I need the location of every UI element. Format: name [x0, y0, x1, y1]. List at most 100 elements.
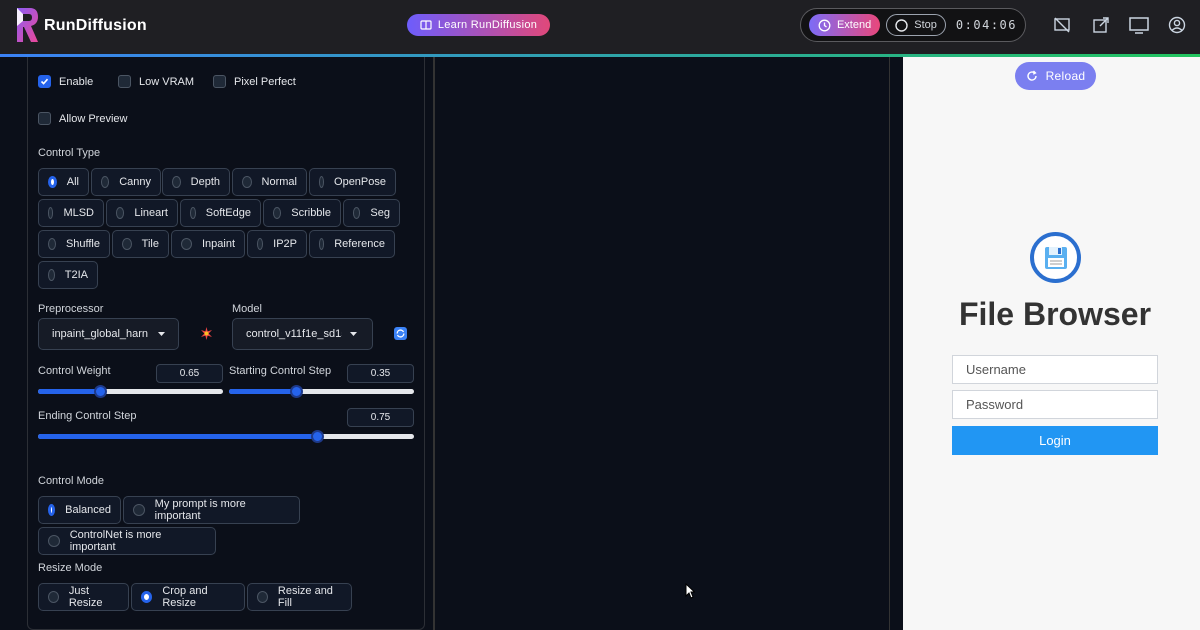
enable-checkbox[interactable]: Enable	[38, 75, 93, 88]
starting-step-slider[interactable]	[229, 385, 414, 398]
control-type-mlsd[interactable]: MLSD	[38, 199, 104, 227]
pixel-perfect-checkbox[interactable]: Pixel Perfect	[213, 75, 296, 88]
radio-label: My prompt is more important	[154, 498, 246, 522]
model-select[interactable]: control_v11f1e_sd15	[232, 318, 373, 350]
radio-icon	[190, 207, 196, 219]
chevron-down-icon	[350, 332, 357, 336]
reload-icon	[1026, 70, 1037, 81]
control-weight-input[interactable]: 0.65	[156, 364, 223, 383]
starting-step-label: Starting Control Step	[229, 365, 332, 377]
run-preprocessor-icon[interactable]	[200, 327, 213, 340]
radio-icon	[319, 238, 325, 250]
learn-rundiffusion-button[interactable]: Learn RunDiffusion	[407, 14, 550, 36]
extend-label: Extend	[836, 19, 872, 31]
control-mode-label: Control Mode	[38, 475, 105, 487]
control-mode-balanced[interactable]: Balanced	[38, 496, 121, 524]
radio-label: Normal	[261, 176, 297, 188]
control-mode-controlnet[interactable]: ControlNet is more important	[38, 527, 216, 555]
control-type-canny[interactable]: Canny	[91, 168, 161, 196]
starting-step-input[interactable]: 0.35	[347, 364, 414, 383]
radio-icon	[122, 238, 132, 250]
radio-label: Crop and Resize	[162, 585, 208, 609]
enable-label: Enable	[59, 75, 94, 88]
radio-label: OpenPose	[334, 176, 386, 188]
ending-step-slider[interactable]	[38, 430, 414, 443]
low-vram-label: Low VRAM	[139, 75, 195, 88]
password-field[interactable]: Password	[952, 390, 1158, 419]
login-button[interactable]: Login	[952, 426, 1158, 455]
ending-step-input[interactable]: 0.75	[347, 408, 414, 427]
stop-circle-icon	[895, 18, 908, 32]
brand-logo[interactable]: RunDiffusion	[14, 6, 147, 46]
divider	[889, 57, 890, 630]
radio-label: SoftEdge	[205, 207, 251, 219]
radio-selected-icon	[141, 591, 153, 603]
radio-icon	[353, 207, 361, 219]
resize-mode-crop-and-resize[interactable]: Crop and Resize	[131, 583, 245, 611]
control-weight-label: Control Weight	[38, 365, 111, 377]
checkbox-checked-icon	[38, 75, 51, 88]
control-type-softedge[interactable]: SoftEdge	[180, 199, 261, 227]
control-type-ip2p[interactable]: IP2P	[247, 230, 307, 258]
control-weight-slider[interactable]	[38, 385, 223, 398]
slider-thumb[interactable]	[290, 385, 303, 398]
radio-label: Reference	[334, 238, 385, 250]
radio-selected-icon	[48, 176, 57, 188]
mouse-cursor-icon	[685, 583, 695, 599]
chevron-down-icon	[158, 332, 165, 336]
checkbox-icon	[118, 75, 131, 88]
user-account-icon[interactable]	[1168, 16, 1186, 34]
clock-icon	[818, 19, 831, 31]
control-type-all[interactable]: All	[38, 168, 89, 196]
file-browser-pane	[903, 57, 1200, 630]
allow-preview-label: Allow Preview	[59, 112, 128, 125]
radio-label: Inpaint	[201, 238, 235, 250]
stop-button[interactable]: Stop	[886, 14, 946, 36]
control-type-inpaint[interactable]: Inpaint	[171, 230, 245, 258]
extend-button[interactable]: Extend	[809, 14, 881, 36]
allow-preview-checkbox[interactable]: Allow Preview	[38, 112, 127, 125]
radio-label: MLSD	[63, 207, 94, 219]
radio-icon	[101, 176, 110, 188]
external-link-icon[interactable]	[1092, 16, 1110, 34]
pixel-perfect-label: Pixel Perfect	[234, 75, 296, 88]
control-type-lineart[interactable]: Lineart	[106, 199, 178, 227]
control-type-reference[interactable]: Reference	[309, 230, 395, 258]
username-field[interactable]: Username	[952, 355, 1158, 384]
screen-off-icon[interactable]	[1053, 16, 1071, 34]
control-type-shuffle[interactable]: Shuffle	[38, 230, 110, 258]
slider-thumb[interactable]	[94, 385, 107, 398]
control-type-normal[interactable]: Normal	[232, 168, 307, 196]
radio-icon	[48, 535, 60, 547]
radio-icon	[172, 176, 181, 188]
refresh-models-icon[interactable]	[394, 327, 407, 340]
session-controls: Extend Stop 0:04:06	[800, 8, 1026, 42]
radio-label: Scribble	[291, 207, 331, 219]
resize-mode-resize-and-fill[interactable]: Resize and Fill	[247, 583, 352, 611]
preprocessor-select[interactable]: inpaint_global_harn	[38, 318, 179, 350]
control-mode-prompt[interactable]: My prompt is more important	[123, 496, 300, 524]
control-type-openpose[interactable]: OpenPose	[309, 168, 396, 196]
model-value: control_v11f1e_sd15	[246, 328, 342, 340]
radio-label: Tile	[141, 238, 159, 250]
radio-label: ControlNet is more important	[69, 529, 162, 553]
low-vram-checkbox[interactable]: Low VRAM	[118, 75, 194, 88]
radio-icon	[48, 207, 54, 219]
control-type-t2ia[interactable]: T2IA	[38, 261, 98, 289]
control-type-depth[interactable]: Depth	[162, 168, 230, 196]
control-type-tile[interactable]: Tile	[112, 230, 169, 258]
reload-button[interactable]: Reload	[1015, 62, 1096, 90]
model-label: Model	[232, 303, 262, 315]
reload-label: Reload	[1045, 69, 1086, 83]
slider-thumb[interactable]	[311, 430, 324, 443]
resize-mode-just-resize[interactable]: Just Resize	[38, 583, 129, 611]
slider-fill	[38, 434, 318, 439]
divider	[434, 57, 435, 630]
floppy-disk-icon	[1044, 246, 1067, 269]
radio-label: Lineart	[134, 207, 168, 219]
file-browser-logo	[1030, 232, 1081, 283]
monitor-icon[interactable]	[1129, 16, 1149, 34]
control-type-seg[interactable]: Seg	[343, 199, 400, 227]
radio-icon	[48, 238, 56, 250]
control-type-scribble[interactable]: Scribble	[263, 199, 341, 227]
